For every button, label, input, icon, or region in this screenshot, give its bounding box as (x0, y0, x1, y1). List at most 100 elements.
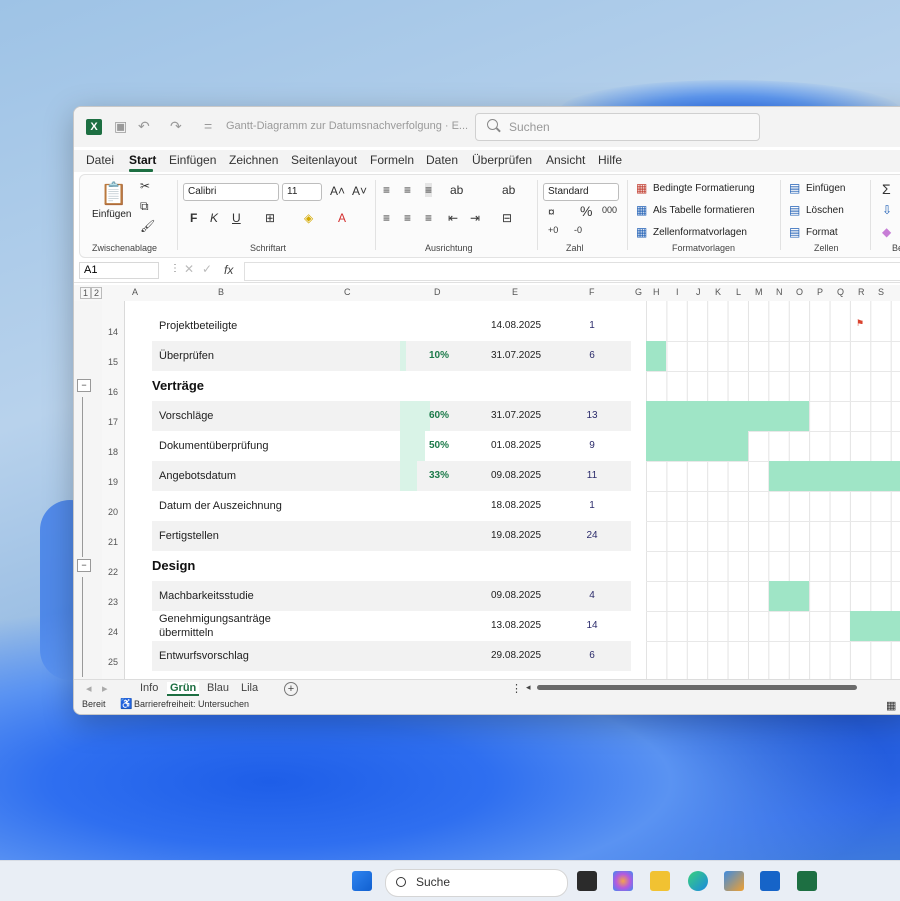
sheet-tab-gruen[interactable]: Grün (167, 682, 200, 696)
thousands-separator-icon[interactable]: 000 (602, 205, 617, 215)
horizontal-scrollbar[interactable] (537, 685, 857, 690)
formula-input[interactable] (244, 262, 900, 281)
section-heading[interactable]: Verträge (152, 378, 204, 393)
start-date[interactable]: 01.08.2025 (491, 440, 541, 451)
col-m[interactable]: M (755, 287, 763, 297)
row-number[interactable]: 17 (102, 417, 124, 427)
tab-ansicht[interactable]: Ansicht (546, 153, 585, 167)
start-date[interactable]: 18.08.2025 (491, 500, 541, 511)
customize-toolbar-icon[interactable]: = (204, 118, 212, 134)
outline-level-2[interactable]: 2 (91, 287, 103, 299)
decrease-font-icon[interactable]: A˅ (352, 184, 367, 198)
start-date[interactable]: 19.08.2025 (491, 530, 541, 541)
insert-function-icon[interactable]: fx (224, 263, 233, 277)
task-name[interactable]: Genehmigungsanträge übermitteln (159, 612, 279, 640)
orientation-icon[interactable]: ab (450, 183, 463, 197)
col-n[interactable]: N (776, 287, 783, 297)
task-name[interactable]: Machbarkeitsstudie (159, 590, 254, 602)
task-name[interactable]: Datum der Auszeichnung (159, 500, 282, 512)
format-painter-icon[interactable]: 🖌 (140, 219, 155, 233)
col-h[interactable]: H (653, 287, 660, 297)
progress-percent[interactable]: 60% (429, 410, 449, 421)
duration-days[interactable]: 4 (577, 590, 607, 601)
col-i[interactable]: I (676, 287, 679, 297)
task-name[interactable]: Angebotsdatum (159, 470, 236, 482)
duration-days[interactable]: 1 (577, 500, 607, 511)
file-explorer-icon[interactable] (650, 871, 670, 891)
save-icon[interactable]: ▣ (114, 118, 127, 135)
collapse-group-button[interactable]: − (77, 559, 91, 572)
accessibility-status[interactable]: Barrierefreiheit: Untersuchen (134, 699, 249, 709)
col-q[interactable]: Q (837, 287, 844, 297)
align-right-icon[interactable]: ≡ (425, 211, 432, 225)
insert-cells-button[interactable]: Einfügen (806, 183, 845, 194)
normal-view-icon[interactable]: ▦ (886, 699, 896, 712)
col-b[interactable]: B (218, 287, 224, 297)
col-j[interactable]: J (696, 287, 701, 297)
start-date[interactable]: 09.08.2025 (491, 590, 541, 601)
row-number[interactable]: 14 (102, 327, 124, 337)
wrap-text-icon[interactable]: ab (502, 183, 515, 197)
enter-icon[interactable]: ✓ (202, 262, 212, 276)
conditional-formatting-button[interactable]: Bedingte Formatierung (653, 183, 755, 194)
tab-seitenlayout[interactable]: Seitenlayout (291, 153, 357, 167)
prev-sheet-icon[interactable]: ◂ (86, 682, 92, 695)
start-date[interactable]: 14.08.2025 (491, 320, 541, 331)
start-date[interactable]: 13.08.2025 (491, 620, 541, 631)
clear-icon[interactable]: ◆ (882, 225, 891, 239)
increase-font-icon[interactable]: A˄ (330, 184, 345, 198)
tab-formeln[interactable]: Formeln (370, 153, 414, 167)
outline-level-1[interactable]: 1 (80, 287, 92, 299)
copy-icon[interactable]: ⧉ (140, 199, 149, 214)
store-icon[interactable] (724, 871, 744, 891)
outlook-icon[interactable] (760, 871, 780, 891)
font-size-select[interactable]: 11 (282, 183, 322, 201)
align-left-icon[interactable]: ≡ (383, 211, 390, 225)
start-date[interactable]: 31.07.2025 (491, 350, 541, 361)
duration-days[interactable]: 13 (577, 410, 607, 421)
duration-days[interactable]: 9 (577, 440, 607, 451)
paste-label[interactable]: Einfügen (92, 209, 131, 220)
task-name[interactable]: Vorschläge (159, 410, 213, 422)
row-number[interactable]: 15 (102, 357, 124, 367)
cut-icon[interactable]: ✂ (140, 179, 150, 193)
cell-styles-button[interactable]: Zellenformatvorlagen (653, 227, 747, 238)
row-number[interactable]: 21 (102, 537, 124, 547)
align-top-icon[interactable]: ≡ (383, 183, 390, 197)
start-date[interactable]: 31.07.2025 (491, 410, 541, 421)
copilot-icon[interactable] (613, 871, 633, 891)
row-number[interactable]: 18 (102, 447, 124, 457)
border-icon[interactable]: ⊞ (265, 211, 275, 225)
more-options-icon[interactable]: ⋮ (511, 682, 522, 695)
duration-days[interactable]: 6 (577, 650, 607, 661)
row-number[interactable]: 23 (102, 597, 124, 607)
decrease-indent-icon[interactable]: ⇤ (448, 211, 458, 225)
duration-days[interactable]: 14 (577, 620, 607, 631)
col-e[interactable]: E (512, 287, 518, 297)
duration-days[interactable]: 6 (577, 350, 607, 361)
task-name[interactable]: Entwurfsvorschlag (159, 650, 249, 662)
decrease-decimal-icon[interactable]: -0 (574, 225, 582, 235)
paste-icon[interactable]: 📋 (100, 181, 127, 207)
task-name[interactable]: Projektbeteiligte (159, 320, 237, 332)
fill-color-icon[interactable]: ◈ (304, 211, 313, 225)
format-as-table-button[interactable]: Als Tabelle formatieren (653, 205, 755, 216)
progress-percent[interactable]: 33% (429, 470, 449, 481)
align-bottom-icon[interactable]: ≡ (425, 183, 433, 197)
tab-einfuegen[interactable]: Einfügen (169, 153, 216, 167)
start-date[interactable]: 29.08.2025 (491, 650, 541, 661)
merge-center-icon[interactable]: ⊟ (502, 211, 512, 225)
align-center-icon[interactable]: ≡ (404, 211, 411, 225)
col-o[interactable]: O (796, 287, 803, 297)
redo-icon[interactable]: ↷ (170, 118, 182, 135)
start-date[interactable]: 09.08.2025 (491, 470, 541, 481)
row-number[interactable]: 22 (102, 567, 124, 577)
scroll-left-icon[interactable]: ◂ (526, 682, 531, 693)
number-format-select[interactable]: Standard (543, 183, 619, 201)
underline-button[interactable]: U (232, 211, 241, 225)
sheet-tab-lila[interactable]: Lila (241, 682, 258, 694)
col-d[interactable]: D (434, 287, 441, 297)
name-box[interactable]: A1 (79, 262, 159, 279)
collapse-group-button[interactable]: − (77, 379, 91, 392)
progress-percent[interactable]: 50% (429, 440, 449, 451)
